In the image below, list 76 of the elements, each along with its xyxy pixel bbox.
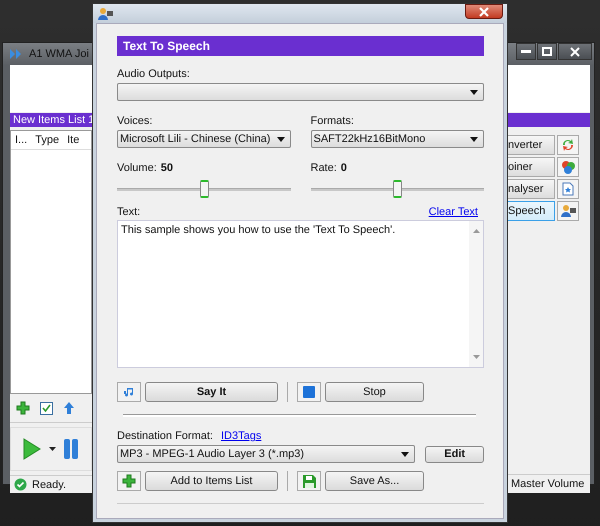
- slider-thumb[interactable]: [200, 180, 209, 198]
- tool-icon-button[interactable]: [557, 179, 579, 199]
- plus-icon: [122, 474, 136, 488]
- dialog-icon: [98, 7, 113, 21]
- tool-button[interactable]: nverter: [507, 135, 555, 155]
- field-label: Destination Format:: [117, 430, 213, 442]
- save-icon-button[interactable]: [297, 471, 321, 491]
- plus-icon[interactable]: [16, 401, 30, 415]
- close-icon: [479, 6, 489, 16]
- field-label: Voices:: [117, 115, 154, 127]
- document-icon: [562, 182, 574, 196]
- add-icon-button[interactable]: [117, 471, 141, 491]
- stop-icon-button[interactable]: [297, 382, 321, 402]
- tool-icon-button[interactable]: [557, 201, 579, 221]
- scrollbar[interactable]: [469, 221, 483, 367]
- slider-label: Volume:: [117, 162, 157, 174]
- stop-button[interactable]: Stop: [325, 382, 424, 402]
- scroll-down-icon[interactable]: [472, 355, 480, 359]
- column-header[interactable]: Ite: [67, 134, 80, 146]
- say-it-button[interactable]: Say It: [145, 382, 278, 402]
- maximize-button[interactable]: [537, 43, 557, 60]
- column-header[interactable]: I...: [15, 134, 28, 146]
- tool-button[interactable]: oiner: [507, 157, 555, 177]
- stop-square-icon: [303, 386, 315, 398]
- formats-dropdown[interactable]: SAFT22kHz16BitMono: [310, 130, 484, 148]
- check-circle-icon: [14, 478, 27, 491]
- window-title: A1 WMA Joi: [29, 48, 89, 60]
- app-logo-icon: [9, 48, 23, 60]
- clear-text-link[interactable]: Clear Text: [428, 206, 478, 218]
- voices-dropdown[interactable]: Microsoft Lili - Chinese (China): [117, 130, 290, 148]
- checkbox-icon[interactable]: [40, 402, 53, 414]
- tool-button[interactable]: Speech: [507, 201, 555, 221]
- close-button[interactable]: [465, 4, 503, 19]
- slider-track[interactable]: [117, 180, 290, 198]
- caret-icon[interactable]: [49, 447, 56, 451]
- up-arrow-icon[interactable]: [63, 401, 75, 415]
- person-icon: [560, 204, 576, 218]
- circles-icon: [561, 160, 575, 174]
- tool-button[interactable]: nalyser: [507, 179, 555, 199]
- audio-outputs-dropdown[interactable]: [117, 83, 484, 101]
- caret-icon: [470, 90, 478, 94]
- slider-value: 50: [160, 162, 173, 174]
- column-header[interactable]: Type: [35, 134, 60, 146]
- speak-icon-button[interactable]: [117, 382, 141, 402]
- id3tags-link[interactable]: ID3Tags: [220, 430, 262, 442]
- dialog-header: Text To Speech: [117, 36, 484, 56]
- status-text: Ready.: [32, 478, 66, 490]
- minimize-button[interactable]: [516, 43, 536, 60]
- scroll-up-icon[interactable]: [472, 229, 480, 233]
- tool-icon-button[interactable]: [557, 135, 579, 155]
- slider-track[interactable]: [310, 180, 484, 198]
- destination-format-dropdown[interactable]: MP3 - MPEG-1 Audio Layer 3 (*.mp3): [117, 445, 416, 463]
- slider-thumb[interactable]: [393, 180, 402, 198]
- slider-label: Rate:: [310, 162, 337, 174]
- minimize-icon: [521, 50, 531, 54]
- caret-icon: [401, 452, 410, 456]
- pause-icon[interactable]: [64, 438, 78, 460]
- tool-icon-button[interactable]: [557, 157, 579, 177]
- save-as-button[interactable]: Save As...: [325, 471, 424, 491]
- music-note-icon: [123, 387, 135, 397]
- text-area[interactable]: This sample shows you how to use the 'Text To Speech'.: [117, 220, 484, 368]
- edit-button[interactable]: Edit: [425, 446, 484, 462]
- field-label: Formats:: [310, 115, 355, 127]
- field-label: Text:: [117, 206, 140, 218]
- play-icon[interactable]: [23, 438, 41, 460]
- field-label: Audio Outputs:: [117, 68, 191, 80]
- caret-icon: [276, 136, 284, 142]
- caret-icon: [470, 136, 478, 142]
- add-to-items-list-button[interactable]: Add to Items List: [145, 471, 278, 491]
- close-button[interactable]: [558, 43, 592, 60]
- master-volume-label: Master Volume: [511, 478, 584, 490]
- text-value: This sample shows you how to use the 'Text To Speech'.: [120, 223, 396, 238]
- maximize-icon: [542, 47, 552, 56]
- convert-arrows-icon: [561, 138, 575, 152]
- slider-value: 0: [340, 162, 347, 174]
- close-icon: [570, 46, 580, 56]
